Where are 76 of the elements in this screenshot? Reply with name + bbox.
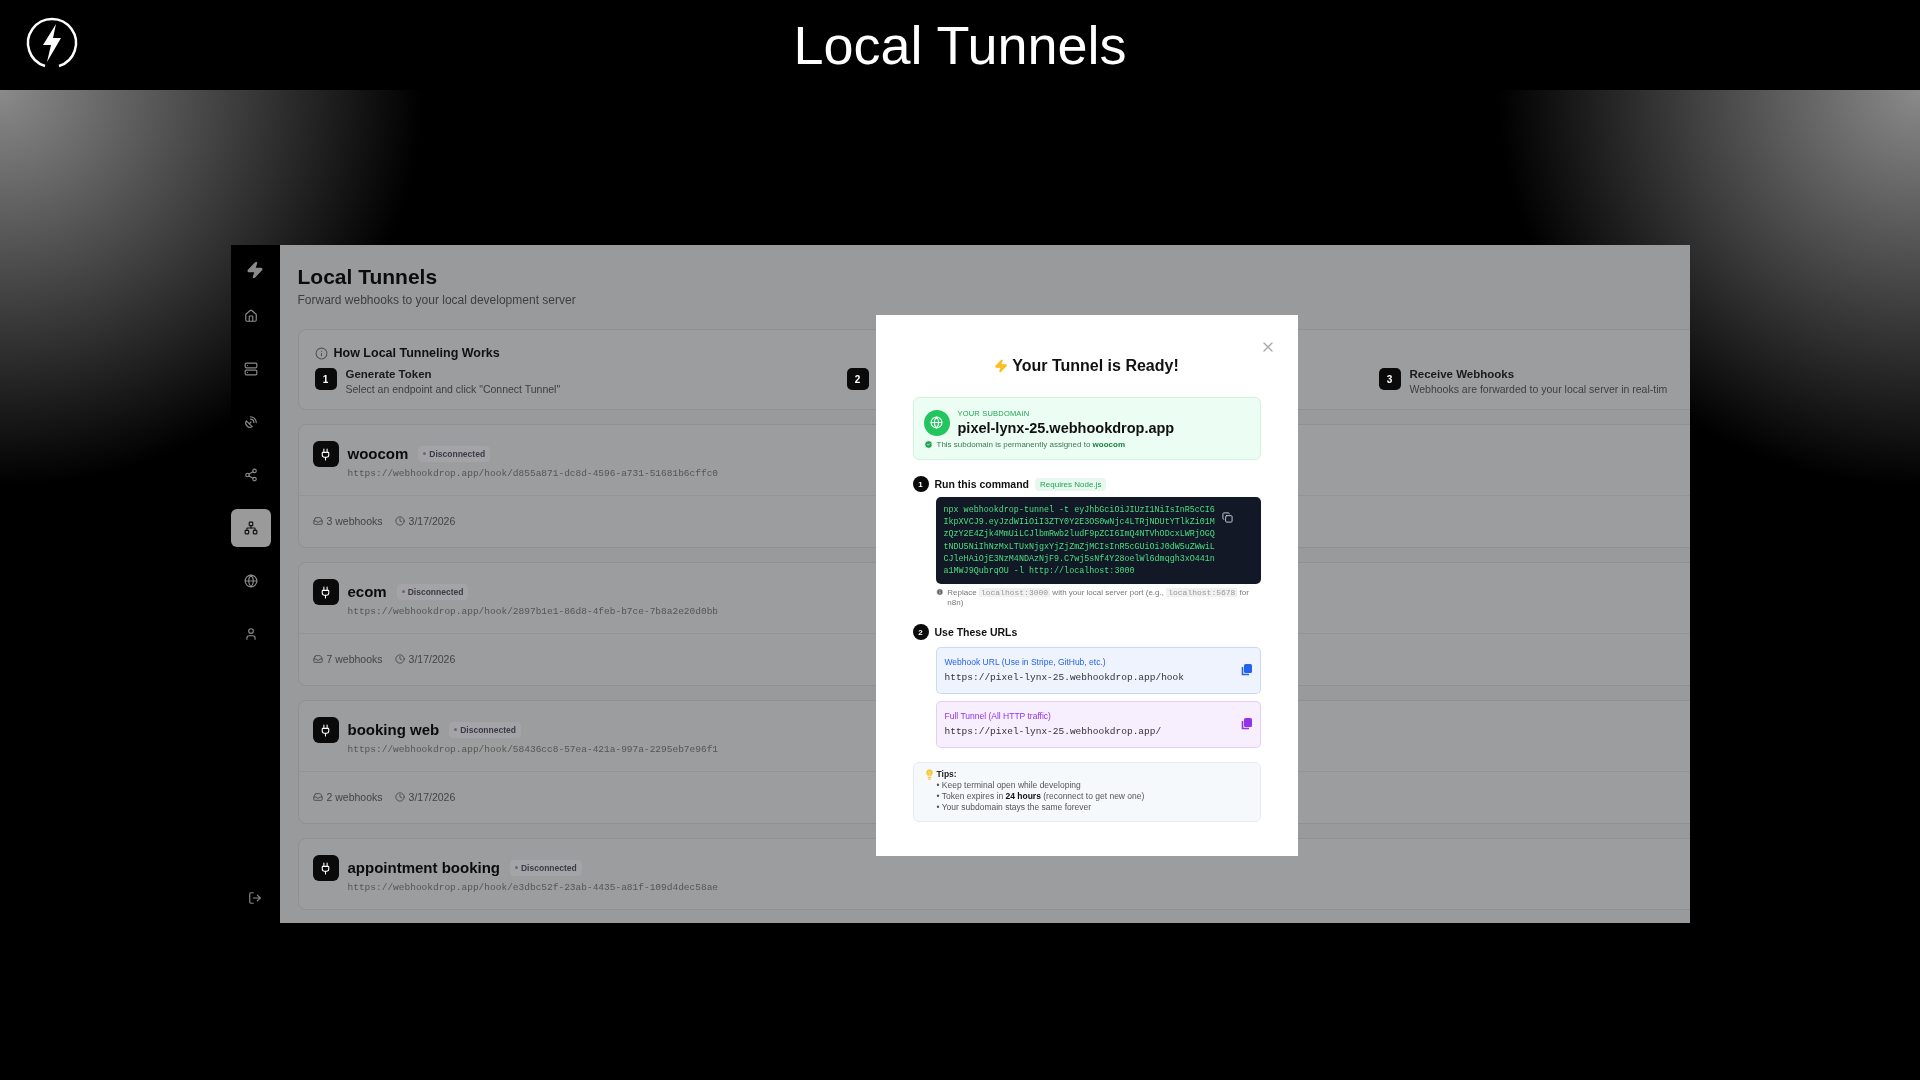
nav-item[interactable] (230, 509, 271, 547)
plug-icon (312, 579, 339, 605)
step-title: Use These URLs (934, 626, 1018, 639)
tip-text: • Keep terminal open while developing (936, 780, 1082, 791)
clock-icon (394, 792, 405, 802)
home-icon (243, 309, 258, 323)
bolt-icon (246, 261, 264, 279)
bolt-icon (994, 359, 1009, 373)
url-text: https://pixel-lynx-25.webhookdrop.app/hook (944, 672, 1184, 684)
status-badge: Disconnected (449, 721, 521, 738)
network-icon (243, 521, 258, 535)
info-icon (935, 588, 944, 597)
status-badge: Disconnected (396, 583, 469, 600)
lightbulb-icon (923, 769, 935, 781)
card-title: How Local Tunneling Works (333, 346, 500, 360)
plug-icon (312, 855, 339, 881)
step-number: 2 (846, 368, 869, 390)
created-date: 3/17/2026 (408, 791, 456, 803)
page-subtitle: Forward webhooks to your local development server (297, 293, 577, 307)
inbox-icon (312, 654, 323, 664)
webhook-count: 2 webhooks (326, 791, 383, 803)
endpoint-url: https://webhookdrop.app/hook/2897b1e1-86d8-4feb-b7ce-7b8a2e20d0bb (347, 606, 719, 617)
endpoint-url: https://webhookdrop.app/hook/58436cc8-57ea-421a-997a-2295eb7e96f1 (347, 744, 719, 755)
webhook-count: 3 webhooks (326, 515, 383, 527)
port-note: Replace localhost:3000 with your local server port (e.g., localhost:5678 for n8n) (947, 588, 1250, 609)
step-title: Generate Token (345, 368, 433, 380)
status-badge: Disconnected (418, 445, 491, 462)
step-title: Receive Webhooks (1409, 368, 1516, 380)
assigned-note: This subdomain is permanently assigned to woocom (936, 440, 1126, 449)
subdomain-text: pixel-lynx-25.webhookdrop.app (957, 420, 1175, 436)
satellite-dish-icon (243, 415, 258, 429)
endpoint-url: https://webhookdrop.app/hook/e3dbc52f-23ab-4435-a81f-109d4dec58ae (347, 882, 719, 893)
copy-button[interactable] (1240, 718, 1252, 731)
endpoint-name: woocom (347, 445, 409, 462)
step-title: Run this command (934, 478, 1029, 490)
plug-icon (312, 441, 339, 467)
url-label: Full Tunnel (All HTTP traffic) (944, 711, 1052, 722)
globe-icon (923, 409, 950, 436)
created-date: 3/17/2026 (408, 653, 456, 665)
step-number: 3 (1378, 368, 1401, 390)
inbox-icon (312, 792, 323, 802)
info-icon (314, 346, 328, 360)
status-badge: Disconnected (510, 859, 582, 876)
dialog-title: Your Tunnel is Ready! (1012, 357, 1179, 375)
inbox-icon (312, 516, 323, 526)
page-title: Local Tunnels (297, 265, 439, 289)
server-icon (243, 362, 258, 376)
step-number: 2 (912, 624, 929, 641)
webhook-count: 7 webhooks (326, 653, 383, 665)
copy-button[interactable] (1240, 664, 1252, 677)
clock-icon (394, 654, 405, 664)
url-label: Webhook URL (Use in Stripe, GitHub, etc.) (944, 657, 1107, 668)
command-text: npx webhookdrop-tunnel -t eyJhbGciOiJIUzI1NiIsInR5cCI6IkpXVCJ9.eyJzdWIiOiI3ZTY0Y2E3OS0wNjc4LTRjNDUtYTlkZi01MzQzY2E4Zjk4MmUiLCJlbmRwb2ludF9pZCI6ImQ4NTVhODcxLWRjOGQtNDU5NiIhNzMxLTUxNjgxYjZjZmZjMCIsInR5cGUiOiJ0dW5uZWwiLCJleHAiOjE3NzM4NDAzNjF9.C7wj5sNf4Y28oelWl6dmqgh3xO441na1MWJ9QubrqOU -l http://localhost:3000 (943, 504, 1216, 578)
endpoint-name: appointment booking (347, 859, 500, 876)
endpoint-name: booking web (347, 721, 440, 738)
logout-button[interactable] (248, 891, 262, 905)
endpoint-name: ecom (347, 583, 387, 600)
url-text: https://pixel-lynx-25.webhookdrop.app/ (944, 726, 1162, 738)
tip-text: • Token expires in 24 hours (reconnect to get new one) (936, 791, 1145, 802)
share-icon (243, 468, 258, 482)
step-number: 1 (314, 368, 337, 390)
clock-icon (394, 516, 405, 526)
page-heading: Local Tunnels (793, 14, 1127, 76)
tips-title: Tips: (936, 769, 958, 780)
created-date: 3/17/2026 (408, 515, 456, 527)
step-number: 1 (912, 476, 929, 492)
endpoint-url: https://webhookdrop.app/hook/d855a871-dc8d-4596-a731-51681b6cffc0 (347, 468, 719, 479)
tip-text: • Your subdomain stays the same forever (936, 802, 1093, 813)
globe-icon (243, 574, 258, 588)
copy-button[interactable] (1221, 512, 1233, 523)
user-icon (243, 627, 258, 641)
check-icon (923, 440, 933, 449)
step-description: Webhooks are forwarded to your local server in real-tim (1409, 383, 1668, 395)
step-description: Select an endpoint and click "Connect Tunnel" (345, 383, 561, 395)
plug-icon (312, 717, 339, 743)
requirement-badge: Requires Node.js (1035, 477, 1107, 491)
